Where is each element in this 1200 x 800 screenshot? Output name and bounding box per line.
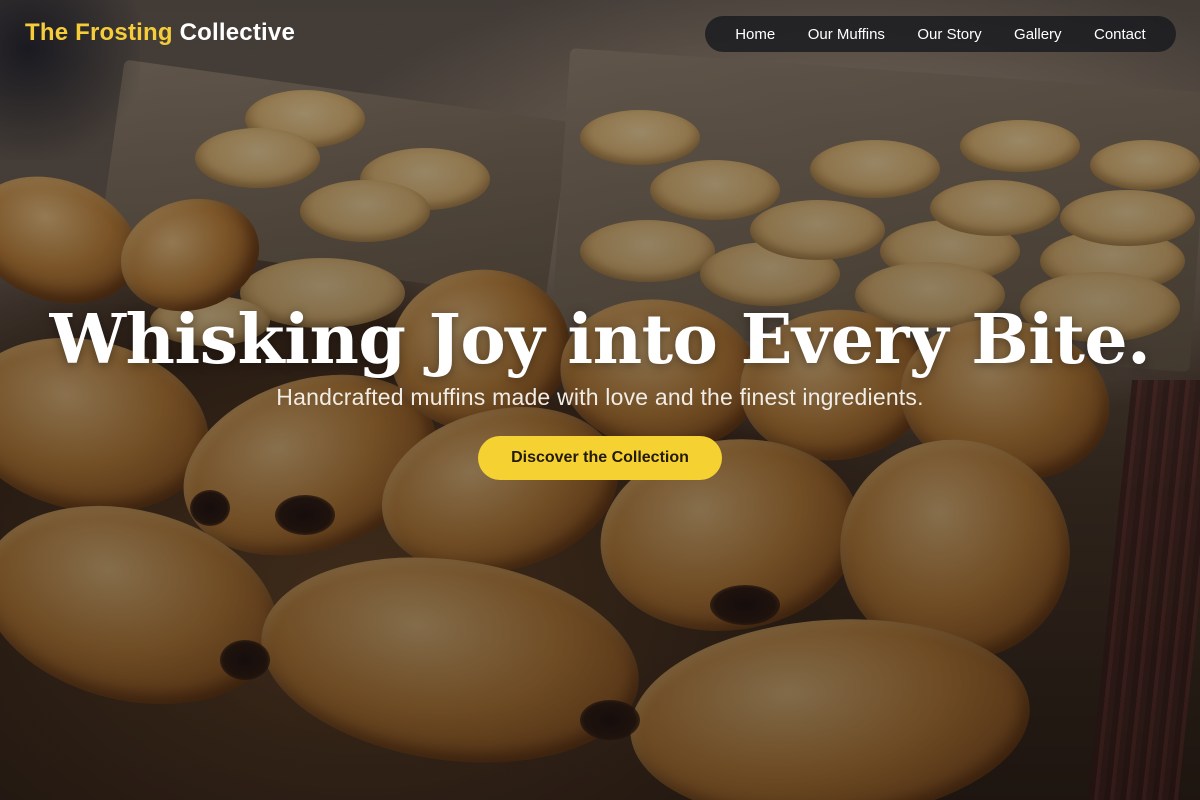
hero-title: Whisking Joy into Every Bite.	[49, 300, 1151, 380]
brand-logo[interactable]: The Frosting Collective	[25, 19, 295, 47]
nav-link-gallery[interactable]: Gallery	[1012, 22, 1064, 47]
nav-link-our-story[interactable]: Our Story	[915, 22, 983, 47]
nav-link-contact[interactable]: Contact	[1092, 22, 1148, 47]
nav-link-our-muffins[interactable]: Our Muffins	[806, 22, 887, 47]
brand-logo-accent: The Frosting	[25, 19, 173, 46]
main-nav: Home Our Muffins Our Story Gallery Conta…	[705, 16, 1176, 52]
nav-link-home[interactable]: Home	[733, 22, 777, 47]
site-header: The Frosting Collective Home Our Muffins…	[0, 0, 1200, 68]
discover-collection-button[interactable]: Discover the Collection	[478, 435, 722, 480]
hero-section: Whisking Joy into Every Bite. Handcrafte…	[0, 300, 1200, 480]
brand-logo-name: Collective	[179, 19, 295, 46]
hero-subtitle: Handcrafted muffins made with love and t…	[276, 383, 924, 410]
